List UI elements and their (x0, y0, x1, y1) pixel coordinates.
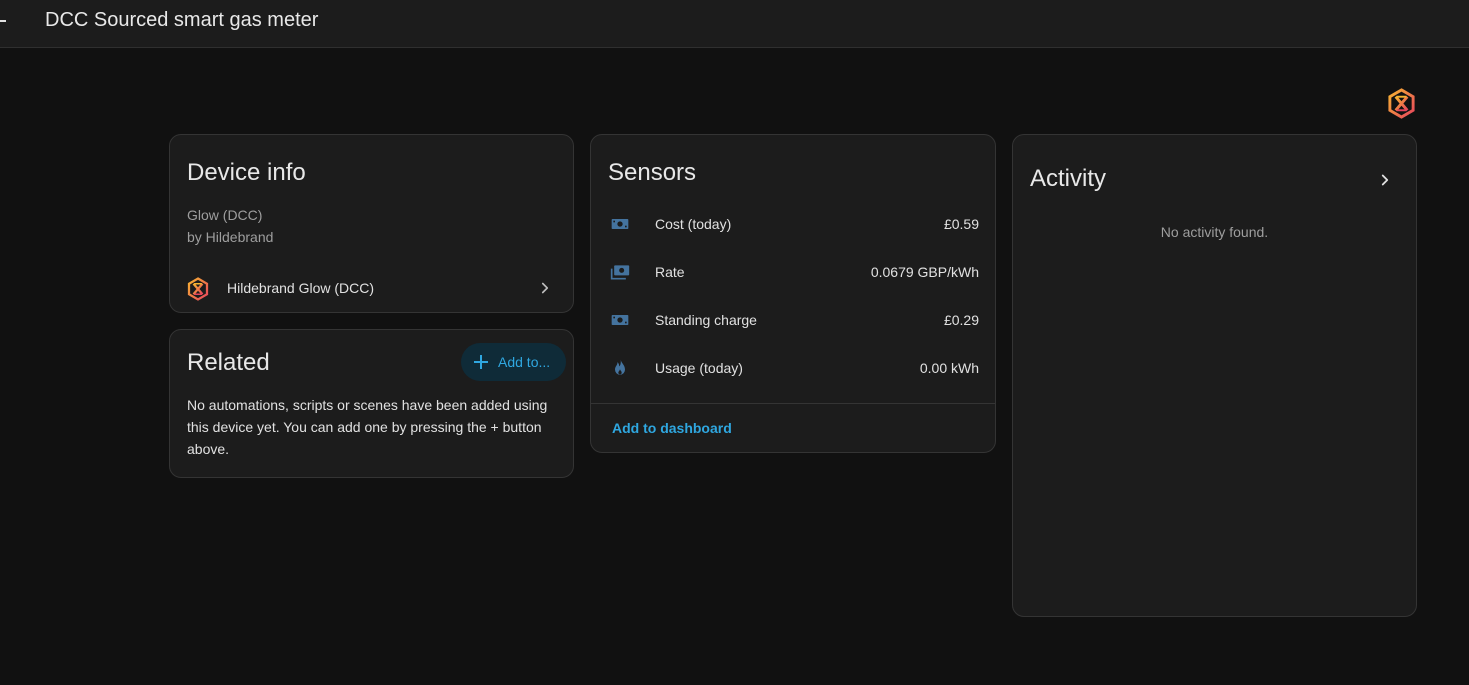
sensor-value: 0.0679 GBP/kWh (870, 264, 979, 280)
related-description: No automations, scripts or scenes have b… (187, 397, 548, 457)
device-model: Glow (DCC) (187, 207, 263, 223)
add-to-button[interactable]: Add to... (461, 343, 566, 381)
hildebrand-logo-icon (187, 277, 209, 301)
add-to-dashboard-button[interactable]: Add to dashboard (612, 420, 732, 436)
plus-icon (474, 355, 488, 369)
sensor-value: 0.00 kWh (919, 360, 979, 376)
integration-link[interactable]: Hildebrand Glow (DCC) (170, 267, 573, 309)
sensor-name: Standing charge (655, 312, 757, 328)
sensors-card: Sensors Cost (today) £0.59 Rate 0.0679 G… (590, 134, 996, 453)
activity-empty-text: No activity found. (1160, 224, 1269, 240)
related-card: Related Add to... No automations, script… (169, 329, 574, 478)
activity-title: Activity (1030, 165, 1107, 192)
fire-icon (615, 359, 625, 375)
activity-card: Activity No activity found. (1012, 134, 1417, 617)
sensor-name: Rate (655, 264, 685, 280)
top-app-bar: DCC Sourced smart gas meter (0, 0, 1469, 48)
sensor-row-usage-today[interactable]: Usage (today) 0.00 kWh (591, 348, 995, 388)
chevron-right-icon (541, 282, 549, 294)
sensor-name: Usage (today) (655, 360, 743, 376)
device-manufacturer: by Hildebrand (187, 229, 274, 245)
device-info-title: Device info (187, 159, 306, 186)
integration-label: Hildebrand Glow (DCC) (227, 280, 375, 296)
device-info-card: Device info Glow (DCC) by Hildebrand Hil… (169, 134, 574, 313)
sensor-value: £0.29 (943, 312, 979, 328)
cash-multiple-icon (610, 265, 630, 280)
chevron-right-icon[interactable] (1376, 171, 1394, 189)
sensor-row-rate[interactable]: Rate 0.0679 GBP/kWh (591, 252, 995, 292)
sensor-row-cost-today[interactable]: Cost (today) £0.59 (591, 204, 995, 244)
sensor-value: £0.59 (943, 216, 979, 232)
related-title: Related (187, 349, 270, 376)
card-divider (591, 403, 995, 404)
sensor-name: Cost (today) (655, 216, 732, 232)
sensors-title: Sensors (608, 159, 697, 186)
add-to-label: Add to... (498, 354, 551, 370)
cash-icon (611, 315, 629, 325)
page-title: DCC Sourced smart gas meter (45, 9, 319, 31)
cash-icon (611, 219, 629, 229)
back-arrow-icon[interactable] (0, 9, 14, 33)
hildebrand-logo-icon (1388, 88, 1415, 119)
sensor-row-standing-charge[interactable]: Standing charge £0.29 (591, 300, 995, 340)
